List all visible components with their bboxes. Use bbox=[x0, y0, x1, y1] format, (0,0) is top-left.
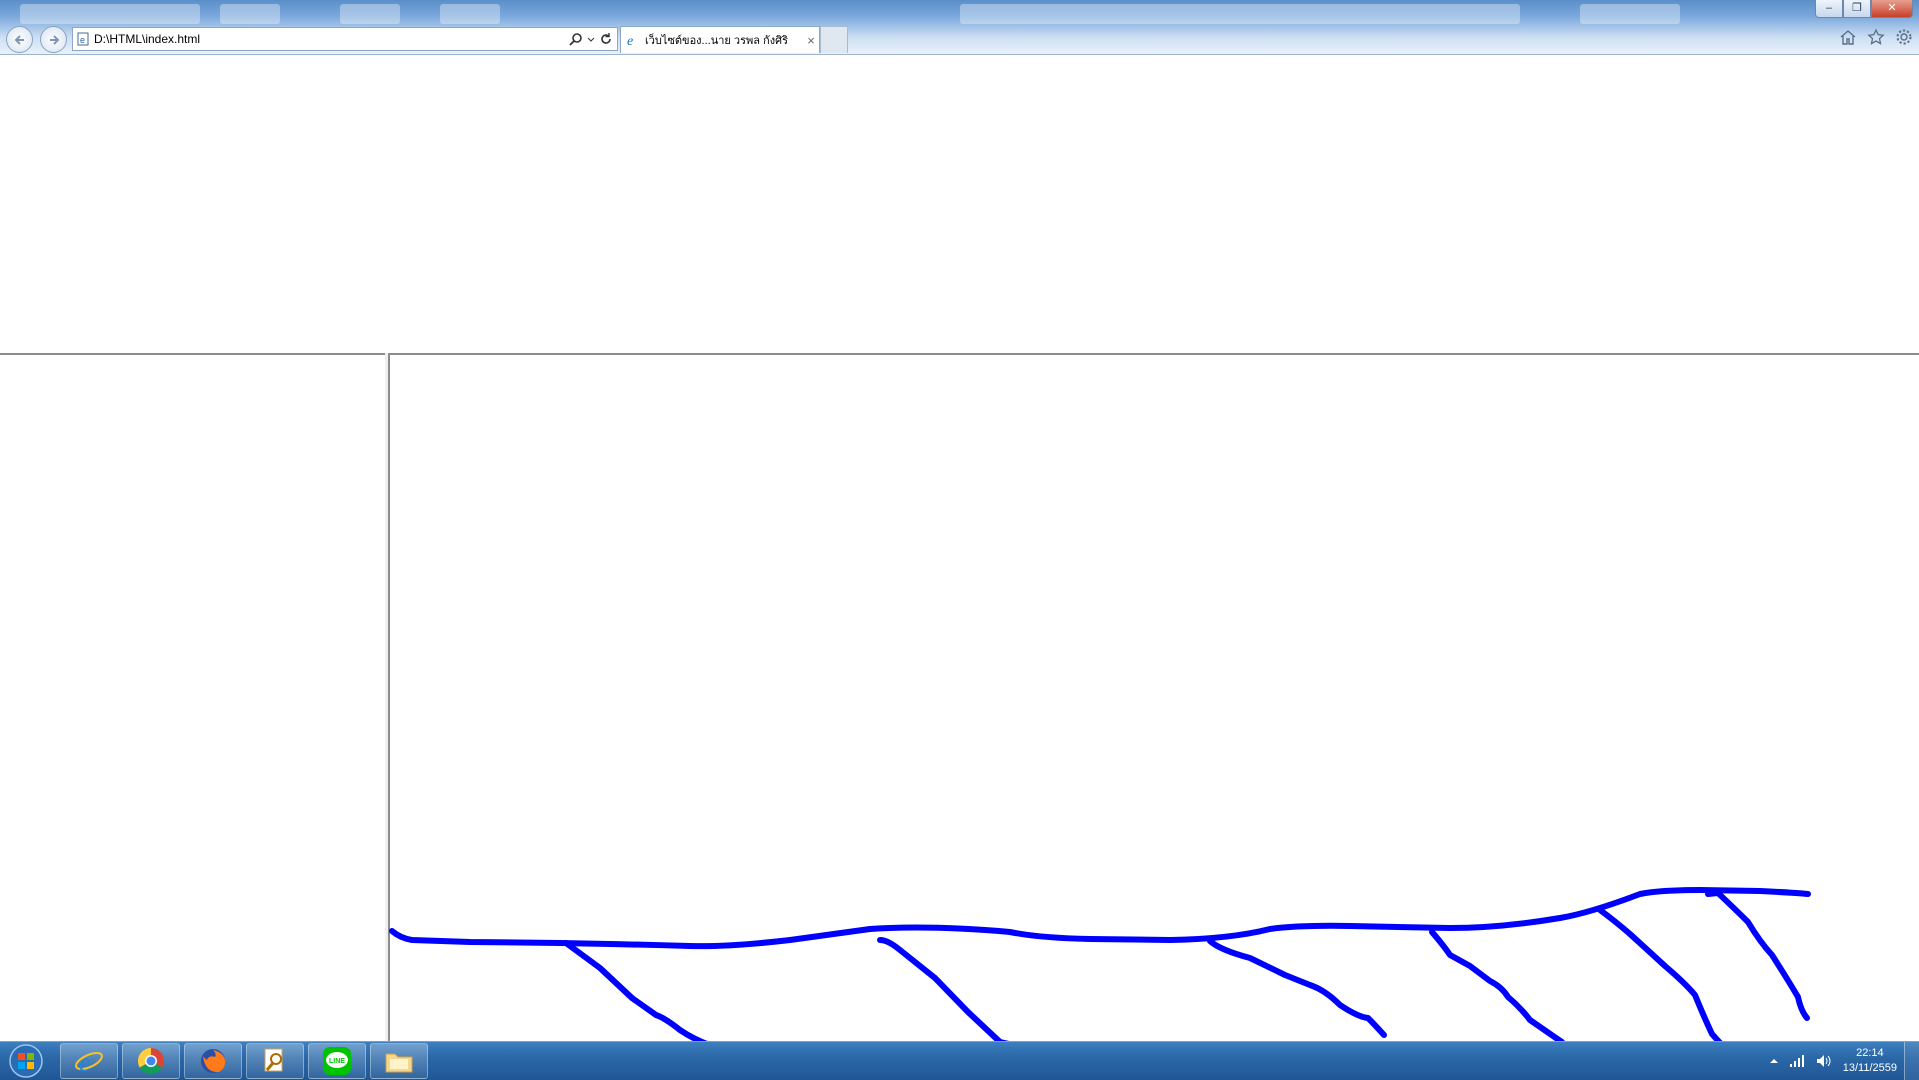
clock-date: 13/11/2559 bbox=[1842, 1062, 1897, 1074]
windows-start-icon bbox=[9, 1044, 43, 1078]
line-icon-label: LINE bbox=[329, 1058, 345, 1065]
show-desktop-button[interactable] bbox=[1904, 1042, 1919, 1080]
scribble-branch-2 bbox=[877, 937, 1017, 1048]
internet-explorer-icon: e bbox=[75, 1048, 103, 1076]
taskbar-file-explorer[interactable] bbox=[370, 1043, 428, 1079]
scribble-branch-6 bbox=[1705, 890, 1810, 1021]
scribble-main-line bbox=[389, 887, 1811, 950]
scribble-branch-4 bbox=[1429, 929, 1565, 1045]
svg-text:e: e bbox=[79, 1048, 91, 1076]
firefox-icon bbox=[201, 1049, 226, 1073]
taskbar-line[interactable]: LINE bbox=[308, 1043, 366, 1079]
system-clock[interactable]: 22:14 13/11/2559 bbox=[1843, 1046, 1897, 1076]
chrome-icon bbox=[137, 1047, 164, 1075]
magnifier-document-icon bbox=[264, 1048, 283, 1072]
clock-time: 22:14 bbox=[1856, 1047, 1884, 1059]
show-hidden-icons-icon[interactable] bbox=[1769, 1056, 1779, 1066]
taskbar-firefox[interactable] bbox=[184, 1043, 242, 1079]
network-icon[interactable] bbox=[1789, 1054, 1805, 1068]
taskbar-internet-explorer[interactable]: e bbox=[60, 1043, 118, 1079]
scribble-branch-3 bbox=[1207, 938, 1387, 1038]
line-icon: LINE bbox=[323, 1047, 351, 1075]
pen-scribble bbox=[389, 887, 1811, 1076]
volume-icon[interactable] bbox=[1815, 1053, 1833, 1069]
taskbar-search-app[interactable] bbox=[246, 1043, 304, 1079]
system-tray: 22:14 13/11/2559 bbox=[1769, 1042, 1897, 1080]
scribble-branch-1 bbox=[563, 940, 715, 1049]
taskbar-chrome[interactable] bbox=[122, 1043, 180, 1079]
taskbar: e LINE 22:14 13/11/2559 bbox=[0, 1041, 1919, 1080]
start-button[interactable] bbox=[2, 1043, 50, 1079]
folder-icon bbox=[385, 1053, 413, 1073]
